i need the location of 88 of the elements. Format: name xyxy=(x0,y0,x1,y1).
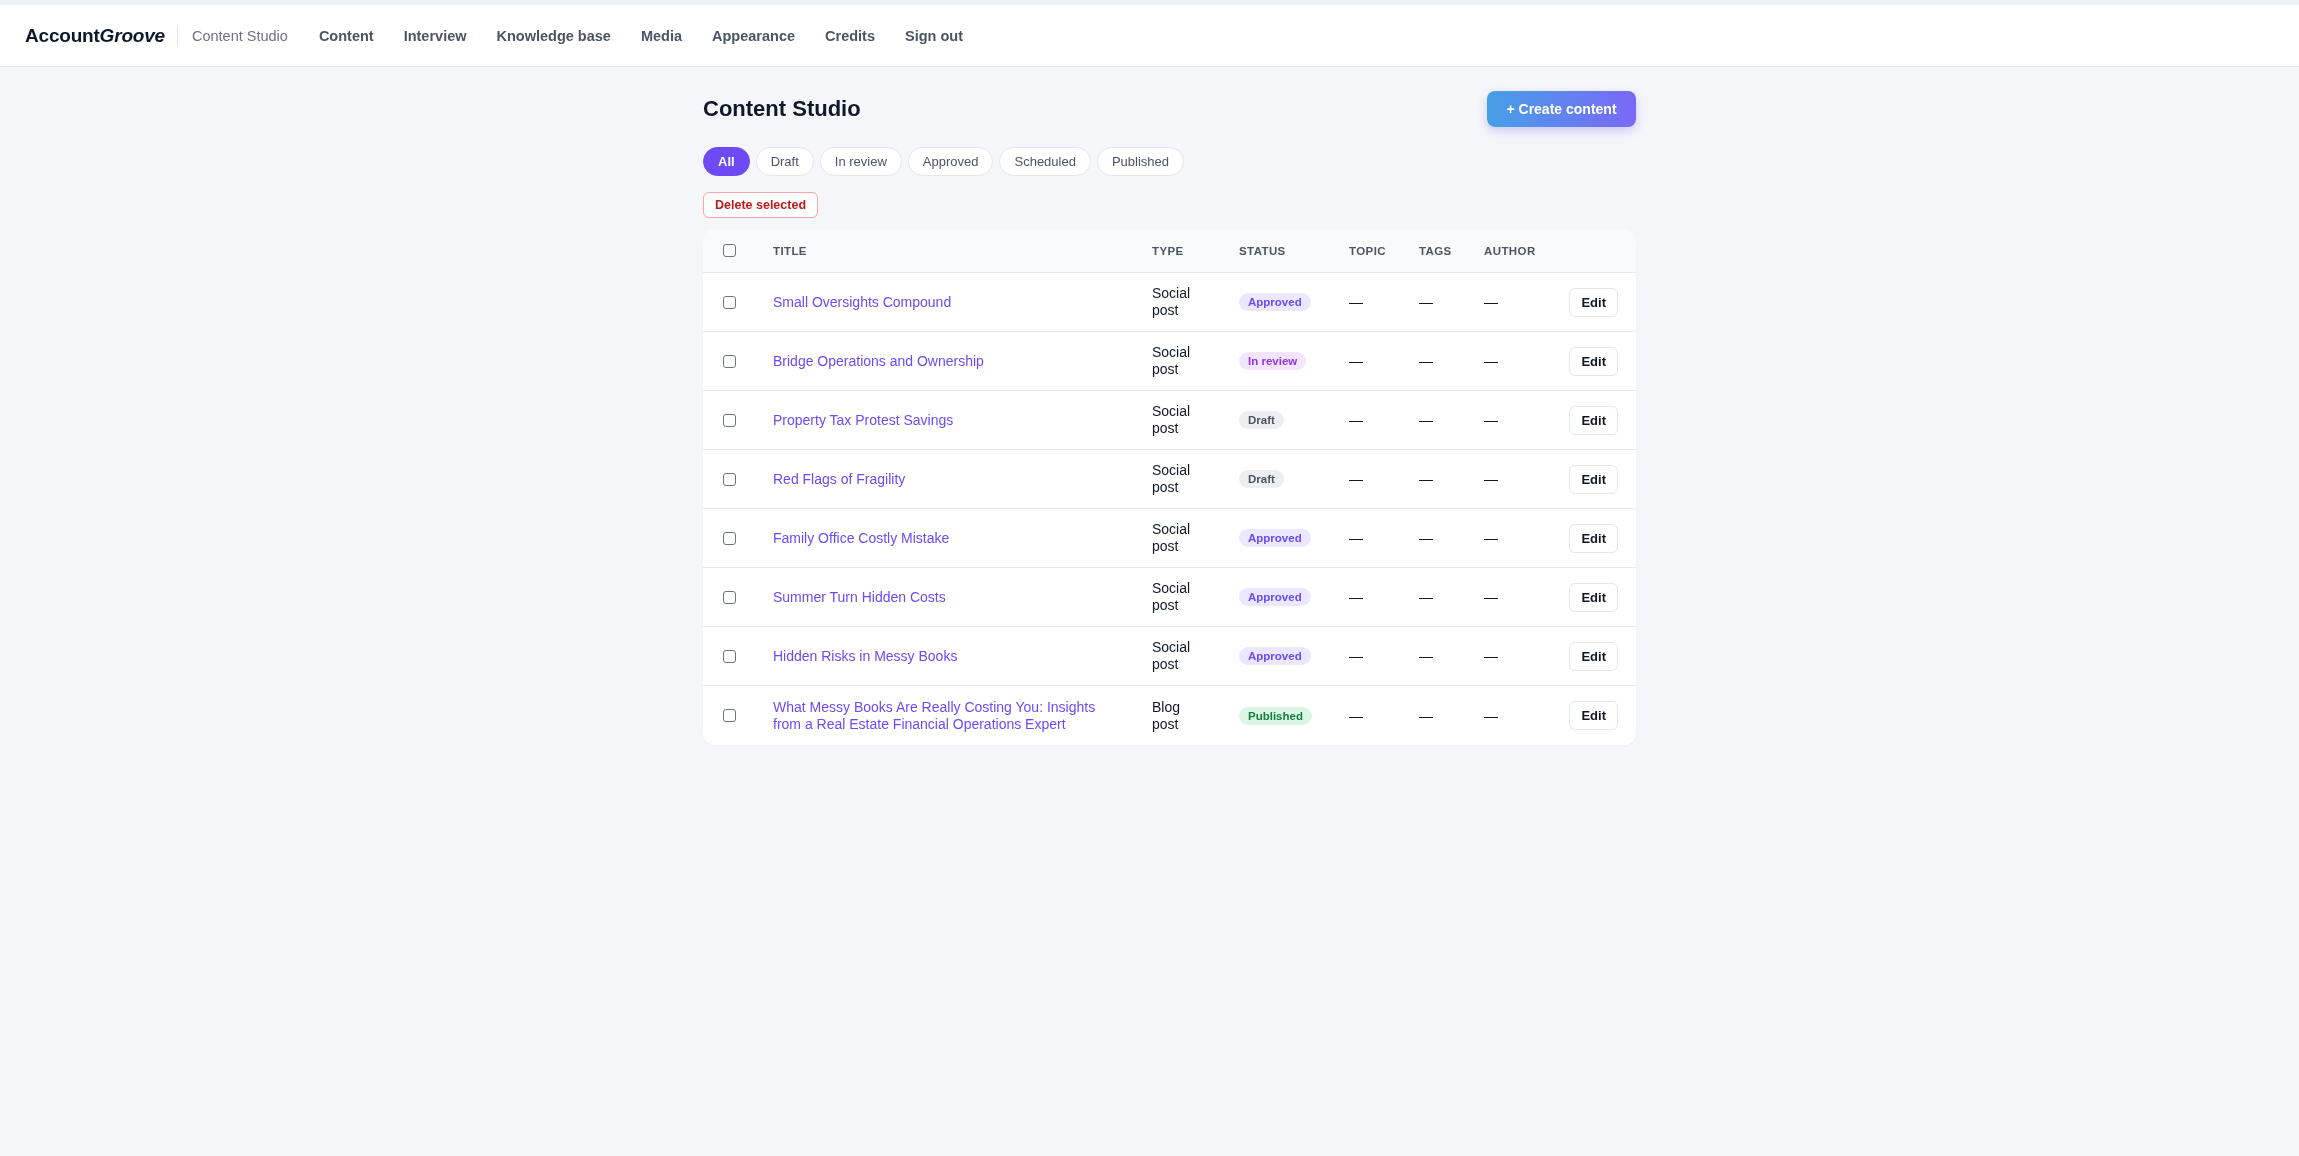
nav-link[interactable]: Content xyxy=(318,27,374,44)
edit-button[interactable]: Edit xyxy=(1569,582,1618,612)
table-cell: — xyxy=(1349,294,1363,310)
status-badge: In review xyxy=(1239,352,1307,370)
nav-link[interactable]: Media xyxy=(640,27,682,44)
column-header: TYPE xyxy=(1152,244,1184,257)
checkbox[interactable] xyxy=(723,531,736,545)
title-link[interactable]: Summer Turn Hidden Costs xyxy=(773,589,946,606)
column-header: TITLE xyxy=(773,244,807,257)
title-link[interactable]: Property Tax Protest Savings xyxy=(773,412,954,429)
checkbox[interactable] xyxy=(723,472,736,486)
column-header: TAGS xyxy=(1419,244,1452,257)
table-cell-text: Social post xyxy=(1152,344,1192,378)
table-cell: — xyxy=(1419,353,1433,369)
table-cell: — xyxy=(1484,353,1498,369)
table-cell: — xyxy=(1484,530,1498,546)
table-cell: — xyxy=(1349,648,1363,664)
edit-button[interactable]: Edit xyxy=(1569,464,1618,494)
table-cell-text: Social post xyxy=(1152,521,1192,555)
status-badge: Approved xyxy=(1239,293,1311,311)
table-cell-text: Social post xyxy=(1152,639,1192,673)
table-cell: — xyxy=(1349,353,1363,369)
title-link[interactable]: What Messy Books Are Really Costing You: Insights from a Real Estate Financial Operations Expert xyxy=(773,698,1112,733)
edit-button[interactable]: Edit xyxy=(1569,641,1618,671)
table-cell: — xyxy=(1484,412,1498,428)
filter-tab[interactable]: In review xyxy=(819,147,902,176)
page-title: Content Studio xyxy=(703,96,861,122)
edit-button[interactable]: Edit xyxy=(1569,523,1618,553)
status-badge: Approved xyxy=(1239,529,1311,547)
filter-tab[interactable]: Published xyxy=(1096,147,1185,176)
checkbox[interactable] xyxy=(723,709,736,722)
table-cell: — xyxy=(1349,471,1363,487)
edit-button[interactable]: Edit xyxy=(1569,346,1618,376)
title-link[interactable]: Small Oversights Compound xyxy=(773,294,952,311)
title-link[interactable]: Red Flags of Fragility xyxy=(773,471,906,488)
column-header: AUTHOR xyxy=(1484,244,1536,257)
filter-tab[interactable]: Scheduled xyxy=(999,147,1091,176)
title-link[interactable]: Family Office Costly Mistake xyxy=(773,530,950,547)
table-cell: — xyxy=(1484,648,1498,664)
table-cell: — xyxy=(1419,589,1433,605)
nav-link[interactable]: Sign out xyxy=(905,27,963,44)
table-cell: — xyxy=(1484,589,1498,605)
table-cell: — xyxy=(1419,412,1433,428)
table-cell: — xyxy=(1419,648,1433,664)
table-cell: — xyxy=(1419,707,1433,724)
table-cell: — xyxy=(1349,589,1363,605)
table-cell: — xyxy=(1419,530,1433,546)
nav-link[interactable]: Appearance xyxy=(712,27,796,44)
table-cell: — xyxy=(1419,471,1433,487)
status-badge: Approved xyxy=(1239,647,1311,665)
table-cell: — xyxy=(1484,707,1498,724)
delete-selected-button[interactable]: Delete selected xyxy=(703,192,819,218)
table-cell: — xyxy=(1484,294,1498,310)
section-title: Content Studio xyxy=(191,27,288,44)
edit-button[interactable]: Edit xyxy=(1569,701,1618,730)
table-cell: — xyxy=(1349,530,1363,546)
filter-tab[interactable]: Approved xyxy=(907,147,994,176)
table-cell: — xyxy=(1419,294,1433,310)
logo[interactable]: AccountGroove xyxy=(25,24,165,47)
filter-tab[interactable]: All xyxy=(703,147,750,176)
table-cell-text: Social post xyxy=(1152,462,1192,496)
table-cell: — xyxy=(1349,707,1363,724)
checkbox[interactable] xyxy=(723,649,736,663)
column-header: STATUS xyxy=(1239,244,1286,257)
title-link[interactable]: Hidden Risks in Messy Books xyxy=(773,648,958,665)
table-cell: — xyxy=(1484,471,1498,487)
nav-link[interactable]: Credits xyxy=(825,27,875,44)
status-badge: Draft xyxy=(1239,470,1284,488)
status-badge: Draft xyxy=(1239,411,1284,429)
edit-button[interactable]: Edit xyxy=(1569,405,1618,435)
nav-link[interactable]: Knowledge base xyxy=(496,27,611,44)
status-badge: Published xyxy=(1239,706,1312,725)
table-cell-text: Social post xyxy=(1152,285,1192,319)
edit-button[interactable]: Edit xyxy=(1569,287,1618,317)
checkbox[interactable] xyxy=(723,590,736,604)
checkbox[interactable] xyxy=(723,295,736,309)
table-cell-text: Blog post xyxy=(1152,698,1182,733)
checkbox[interactable] xyxy=(723,244,736,257)
nav-link[interactable]: Interview xyxy=(403,27,467,44)
filter-tab[interactable]: Draft xyxy=(755,147,814,176)
table-cell-text: Social post xyxy=(1152,403,1192,437)
checkbox[interactable] xyxy=(723,354,736,368)
column-header: TOPIC xyxy=(1349,244,1386,257)
table-cell: — xyxy=(1349,412,1363,428)
checkbox[interactable] xyxy=(723,413,736,427)
status-badge: Approved xyxy=(1239,588,1311,606)
title-link[interactable]: Bridge Operations and Ownership xyxy=(773,353,984,370)
table-cell-text: Social post xyxy=(1152,580,1192,614)
